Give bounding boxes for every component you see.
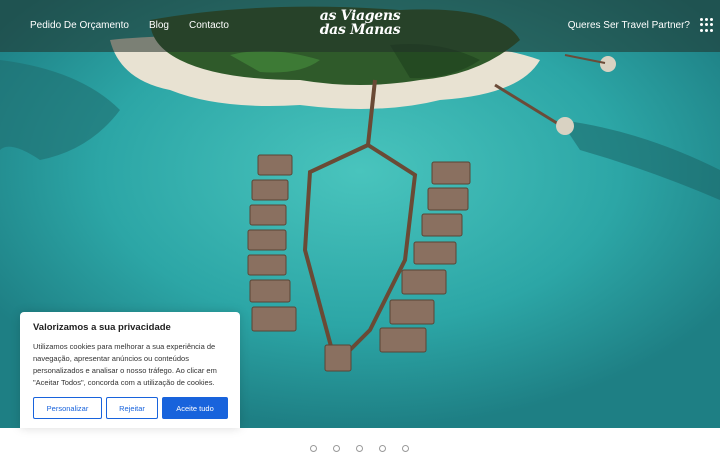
reject-button[interactable]: Rejeitar [106, 397, 158, 419]
nav-item-contacto[interactable]: Contacto [189, 20, 229, 31]
customize-button[interactable]: Personalizar [33, 397, 102, 419]
cookie-buttons: Personalizar Rejeitar Aceite tudo [33, 397, 228, 419]
site-logo[interactable]: as Viagens das Manas [320, 9, 401, 37]
carousel-dot[interactable] [356, 445, 363, 452]
nav-item-pedido-de-orcamento[interactable]: Pedido De Orçamento [30, 20, 129, 31]
carousel-dot[interactable] [310, 445, 317, 452]
carousel-dot[interactable] [333, 445, 340, 452]
travel-partner-link[interactable]: Queres Ser Travel Partner? [568, 20, 690, 31]
logo-line-1: as Viagens [319, 8, 401, 24]
carousel-dot[interactable] [379, 445, 386, 452]
nav-item-blog[interactable]: Blog [149, 20, 169, 31]
site-header: Pedido De Orçamento Blog Contacto as Via… [0, 0, 720, 52]
cookie-description: Utilizamos cookies para melhorar a sua e… [33, 342, 217, 387]
accept-all-button[interactable]: Aceite tudo [162, 397, 228, 419]
carousel-dots [310, 445, 409, 452]
grid-dots-icon[interactable] [700, 18, 714, 32]
cookie-consent-banner: Valorizamos a sua privacidade Utilizamos… [20, 312, 240, 428]
carousel-dot[interactable] [402, 445, 409, 452]
logo-line-2: das Manas [319, 22, 401, 38]
cookie-title: Valorizamos a sua privacidade [33, 322, 171, 333]
main-nav: Pedido De Orçamento Blog Contacto [30, 20, 229, 31]
